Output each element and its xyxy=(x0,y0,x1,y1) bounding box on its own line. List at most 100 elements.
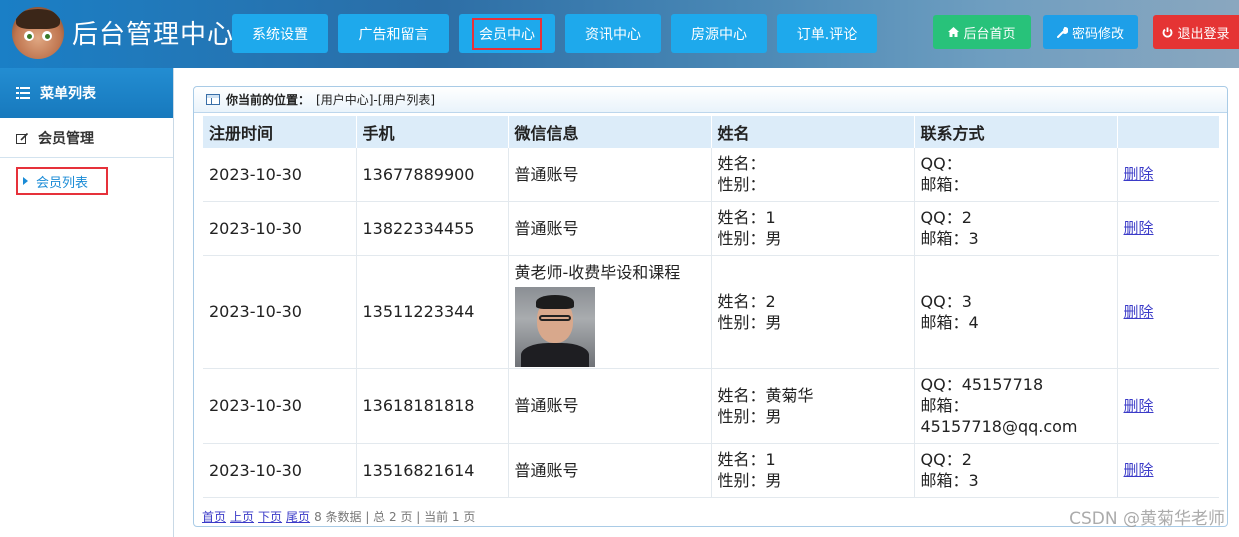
delete-link[interactable]: 删除 xyxy=(1124,461,1154,479)
cell-contact: QQ：2 邮箱：3 xyxy=(914,443,1118,498)
gender-line: 性别：男 xyxy=(717,471,782,490)
column-header-contact: 联系方式 xyxy=(914,116,1118,148)
email-line: 邮箱：3 xyxy=(920,471,979,490)
nav-label: 广告和留言 xyxy=(358,26,429,43)
edit-icon xyxy=(16,132,29,144)
table-icon xyxy=(206,94,220,105)
cell-phone: 13516821614 xyxy=(356,443,509,498)
breadcrumb-path: [用户中心]-[用户列表] xyxy=(316,93,436,107)
nav-news-center[interactable]: 资讯中心 xyxy=(565,14,661,53)
cell-date: 2023-10-30 xyxy=(203,148,357,202)
cell-contact: QQ：3 邮箱：4 xyxy=(914,255,1118,369)
nav-orders-reviews[interactable]: 订单.评论 xyxy=(777,14,877,53)
qq-line: QQ： xyxy=(920,154,962,174)
qq-line: QQ：3 xyxy=(920,291,972,311)
column-header-phone: 手机 xyxy=(356,116,509,148)
app-title: 后台管理中心 xyxy=(72,20,235,50)
sidebar-item-label: 会员列表 xyxy=(36,175,89,191)
nav-property-center[interactable]: 房源中心 xyxy=(671,14,767,53)
email-line: 邮箱：4 xyxy=(920,312,979,332)
cell-date: 2023-10-30 xyxy=(203,255,357,369)
cell-date: 2023-10-30 xyxy=(203,201,357,256)
wechat-nickname: 黄老师-收费毕设和课程 xyxy=(514,262,681,282)
table-row: 2023-10-30 13618181818 普通账号 姓名：黄菊华 性别：男 Q… xyxy=(203,368,1219,444)
sidebar-item-member-list[interactable]: 会员列表 xyxy=(16,167,108,195)
change-password-button[interactable]: 密码修改 xyxy=(1043,15,1138,49)
cell-contact: QQ： 邮箱： xyxy=(914,148,1118,202)
name-line: 姓名：1 xyxy=(717,450,776,469)
name-line: 姓名：黄菊华 xyxy=(717,385,814,405)
cell-wechat: 普通账号 xyxy=(508,201,712,256)
qq-line: QQ：45157718 xyxy=(920,375,1044,394)
cell-wechat: 黄老师-收费毕设和课程 xyxy=(508,255,712,369)
cell-action: 删除 xyxy=(1117,255,1219,369)
pager-prev-link[interactable]: 上页 xyxy=(230,508,254,525)
column-header-action xyxy=(1117,116,1220,148)
delete-link[interactable]: 删除 xyxy=(1124,219,1154,237)
cell-action: 删除 xyxy=(1117,201,1219,256)
wechat-avatar-photo xyxy=(514,286,595,367)
change-password-label: 密码修改 xyxy=(1071,26,1124,42)
list-icon xyxy=(16,87,30,99)
cell-name: 姓名： 性别： xyxy=(711,148,915,202)
name-line: 姓名： xyxy=(717,154,766,174)
content-panel: 你当前的位置： [用户中心]-[用户列表] 注册时间 手机 微信信息 姓名 联系… xyxy=(193,86,1228,527)
member-table: 注册时间 手机 微信信息 姓名 联系方式 2023-10-30 13677889… xyxy=(203,116,1220,498)
cell-action: 删除 xyxy=(1117,148,1219,202)
table-row: 2023-10-30 13511223344 黄老师-收费毕设和课程 姓名：2 性… xyxy=(203,255,1219,369)
cell-contact: QQ：2 邮箱：3 xyxy=(914,201,1118,256)
delete-link[interactable]: 删除 xyxy=(1124,397,1154,415)
cell-name: 姓名：1 性别：男 xyxy=(711,201,915,256)
cell-action: 删除 xyxy=(1117,368,1219,444)
nav-ads-messages[interactable]: 广告和留言 xyxy=(338,14,449,53)
top-header: 后台管理中心 系统设置 广告和留言 会员中心 资讯中心 房源中心 订单.评论 后… xyxy=(0,0,1239,68)
breadcrumb: 你当前的位置： [用户中心]-[用户列表] xyxy=(194,87,1227,113)
email-line: 邮箱：3 xyxy=(920,229,979,248)
cell-wechat: 普通账号 xyxy=(508,148,712,202)
nav-label: 系统设置 xyxy=(252,26,308,43)
pager-next-link[interactable]: 下页 xyxy=(258,508,282,525)
cell-action: 删除 xyxy=(1117,443,1219,498)
power-icon xyxy=(1163,27,1173,38)
delete-link[interactable]: 删除 xyxy=(1124,303,1154,321)
qq-line: QQ：2 xyxy=(920,450,972,469)
logout-label: 退出登录 xyxy=(1177,26,1230,42)
column-header-register-time: 注册时间 xyxy=(203,116,357,148)
cell-name: 姓名：黄菊华 性别：男 xyxy=(711,368,915,444)
email-line: 邮箱： xyxy=(920,175,969,195)
pager-last-link[interactable]: 尾页 xyxy=(286,508,310,525)
cell-date: 2023-10-30 xyxy=(203,368,357,444)
gender-line: 性别： xyxy=(717,175,766,195)
nav-member-center[interactable]: 会员中心 xyxy=(459,14,555,53)
column-header-name: 姓名 xyxy=(711,116,915,148)
breadcrumb-label: 你当前的位置： xyxy=(226,93,311,107)
sidebar-group-label: 会员管理 xyxy=(38,130,94,147)
delete-link[interactable]: 删除 xyxy=(1124,165,1154,183)
pagination: 首页 上页 下页 尾页 8 条数据 | 总 2 页 | 当前 1 页 xyxy=(202,508,475,525)
wrench-icon xyxy=(1056,26,1068,38)
cell-wechat: 普通账号 xyxy=(508,368,712,444)
cell-phone: 13677889900 xyxy=(356,148,509,202)
column-header-wechat: 微信信息 xyxy=(508,116,712,148)
name-line: 姓名：2 xyxy=(717,291,776,311)
cell-phone: 13822334455 xyxy=(356,201,509,256)
email-line: 邮箱： xyxy=(920,396,969,415)
home-icon xyxy=(948,27,960,37)
gender-line: 性别：男 xyxy=(717,229,782,248)
admin-home-button[interactable]: 后台首页 xyxy=(933,15,1031,49)
nav-system-settings[interactable]: 系统设置 xyxy=(232,14,328,53)
caret-right-icon xyxy=(23,177,28,185)
logout-button[interactable]: 退出登录 xyxy=(1153,15,1239,49)
pager-first-link[interactable]: 首页 xyxy=(202,508,226,525)
table-header-row: 注册时间 手机 微信信息 姓名 联系方式 xyxy=(203,116,1220,148)
sidebar: 菜单列表 会员管理 会员列表 xyxy=(0,68,174,537)
email-value-line: 45157718@qq.com xyxy=(920,417,1078,436)
sidebar-group-member-management[interactable]: 会员管理 xyxy=(0,118,173,158)
nav-label: 订单.评论 xyxy=(796,26,858,43)
qq-line: QQ：2 xyxy=(920,208,972,227)
table-row: 2023-10-30 13516821614 普通账号 姓名：1 性别：男 QQ：… xyxy=(203,443,1219,498)
cell-name: 姓名：2 性别：男 xyxy=(711,255,915,369)
cell-contact: QQ：45157718 邮箱： 45157718@qq.com xyxy=(914,368,1118,444)
sidebar-header: 菜单列表 xyxy=(0,68,173,118)
cell-date: 2023-10-30 xyxy=(203,443,357,498)
